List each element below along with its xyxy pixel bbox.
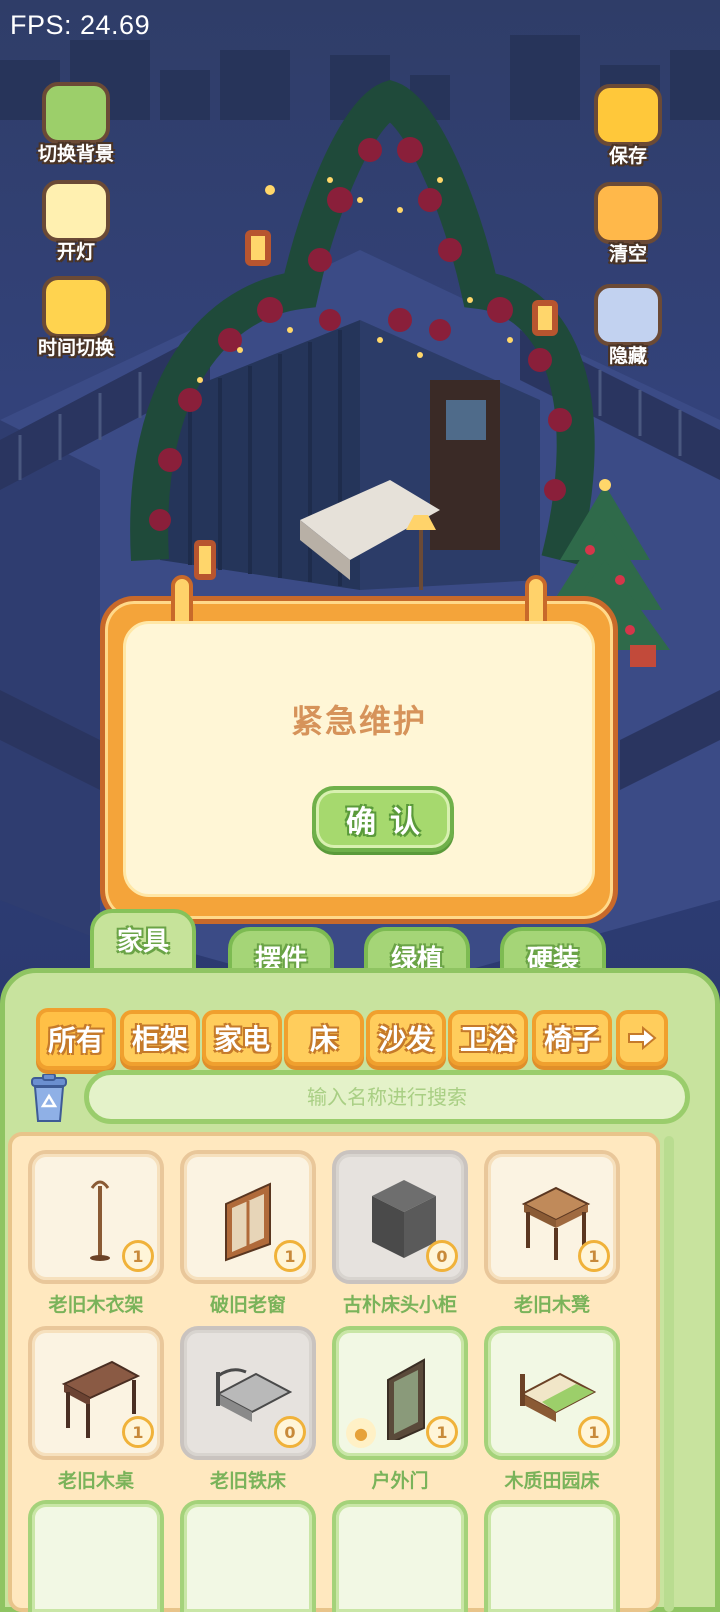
switch-background-button[interactable]: 切换背景 bbox=[28, 78, 124, 170]
category-tabs: 所有 柜架 家电 床 沙发 卫浴 椅子 bbox=[32, 1008, 692, 1072]
category-all[interactable]: 所有 bbox=[36, 1008, 116, 1070]
hide-frame-icon bbox=[594, 284, 662, 346]
item-name: 户外门 bbox=[371, 1470, 429, 1492]
hide-button[interactable]: 隐藏 bbox=[580, 280, 676, 372]
item-stool[interactable]: 1 bbox=[484, 1150, 620, 1284]
item-iron-bed[interactable]: 0 bbox=[180, 1326, 316, 1460]
next-category-button[interactable] bbox=[616, 1010, 668, 1066]
category-sofas[interactable]: 沙发 bbox=[366, 1010, 446, 1066]
item-nightstand[interactable]: 0 bbox=[332, 1150, 468, 1284]
switch-background-label: 切换背景 bbox=[37, 143, 114, 165]
category-beds[interactable]: 床 bbox=[284, 1010, 364, 1066]
duck-save-icon bbox=[594, 84, 662, 146]
sun-moon-icon bbox=[42, 276, 110, 338]
item-count-badge: 1 bbox=[274, 1240, 306, 1272]
maintenance-dialog: 紧急维护 确认 bbox=[100, 575, 618, 924]
save-button[interactable]: 保存 bbox=[580, 80, 676, 172]
item-name: 老旧木凳 bbox=[513, 1294, 590, 1316]
item-count-badge: 1 bbox=[578, 1240, 610, 1272]
item-count-badge: 1 bbox=[426, 1416, 458, 1448]
item-outdoor-door[interactable]: ● 1 bbox=[332, 1326, 468, 1460]
item-count-badge: 0 bbox=[274, 1416, 306, 1448]
item-name: 老旧木衣架 bbox=[48, 1294, 144, 1316]
time-switch-label: 时间切换 bbox=[37, 337, 114, 359]
item-partial[interactable] bbox=[28, 1500, 164, 1612]
clear-label: 清空 bbox=[608, 243, 647, 265]
item-name: 老旧铁床 bbox=[209, 1470, 286, 1492]
item-window[interactable]: 1 bbox=[180, 1150, 316, 1284]
item-name: 破旧老窗 bbox=[209, 1294, 286, 1316]
clear-button[interactable]: 清空 bbox=[580, 178, 676, 270]
time-switch-button[interactable]: 时间切换 bbox=[28, 272, 124, 364]
item-count-badge: 1 bbox=[122, 1240, 154, 1272]
item-coat-rack[interactable]: 1 bbox=[28, 1150, 164, 1284]
recycle-bin-icon[interactable] bbox=[28, 1074, 70, 1124]
item-count-badge: 1 bbox=[578, 1416, 610, 1448]
turn-on-light-button[interactable]: 开灯 bbox=[28, 176, 124, 268]
category-cabinets[interactable]: 柜架 bbox=[120, 1010, 200, 1066]
item-partial[interactable] bbox=[180, 1500, 316, 1612]
item-partial[interactable] bbox=[484, 1500, 620, 1612]
fps-counter: FPS: 24.69 bbox=[10, 10, 151, 40]
item-count-badge: 1 bbox=[122, 1416, 154, 1448]
category-chairs[interactable]: 椅子 bbox=[532, 1010, 612, 1066]
item-partial[interactable] bbox=[332, 1500, 468, 1612]
item-name: 老旧木桌 bbox=[57, 1470, 134, 1492]
lamp-icon bbox=[42, 180, 110, 242]
confirm-button[interactable]: 确认 bbox=[312, 786, 454, 852]
green-scroll-icon bbox=[42, 82, 110, 144]
save-label: 保存 bbox=[608, 145, 647, 167]
item-name: 木质田园床 bbox=[504, 1470, 600, 1492]
dialog-title: 紧急维护 bbox=[290, 702, 427, 740]
duck-clear-icon bbox=[594, 182, 662, 244]
category-appliances[interactable]: 家电 bbox=[202, 1010, 282, 1066]
turn-on-light-label: 开灯 bbox=[56, 241, 95, 263]
lightbulb-icon: ● bbox=[346, 1418, 376, 1448]
item-name: 古朴床头小柜 bbox=[342, 1294, 457, 1316]
hide-label: 隐藏 bbox=[608, 345, 647, 367]
arrow-right-icon bbox=[628, 1026, 657, 1050]
scrollbar[interactable] bbox=[664, 1136, 674, 1612]
item-count-badge: 0 bbox=[426, 1240, 458, 1272]
category-bathroom[interactable]: 卫浴 bbox=[448, 1010, 528, 1066]
dialog-body: 紧急维护 确认 bbox=[123, 621, 595, 897]
item-wooden-bed[interactable]: 1 bbox=[484, 1326, 620, 1460]
item-desk[interactable]: 1 bbox=[28, 1326, 164, 1460]
search-input[interactable] bbox=[84, 1070, 690, 1124]
